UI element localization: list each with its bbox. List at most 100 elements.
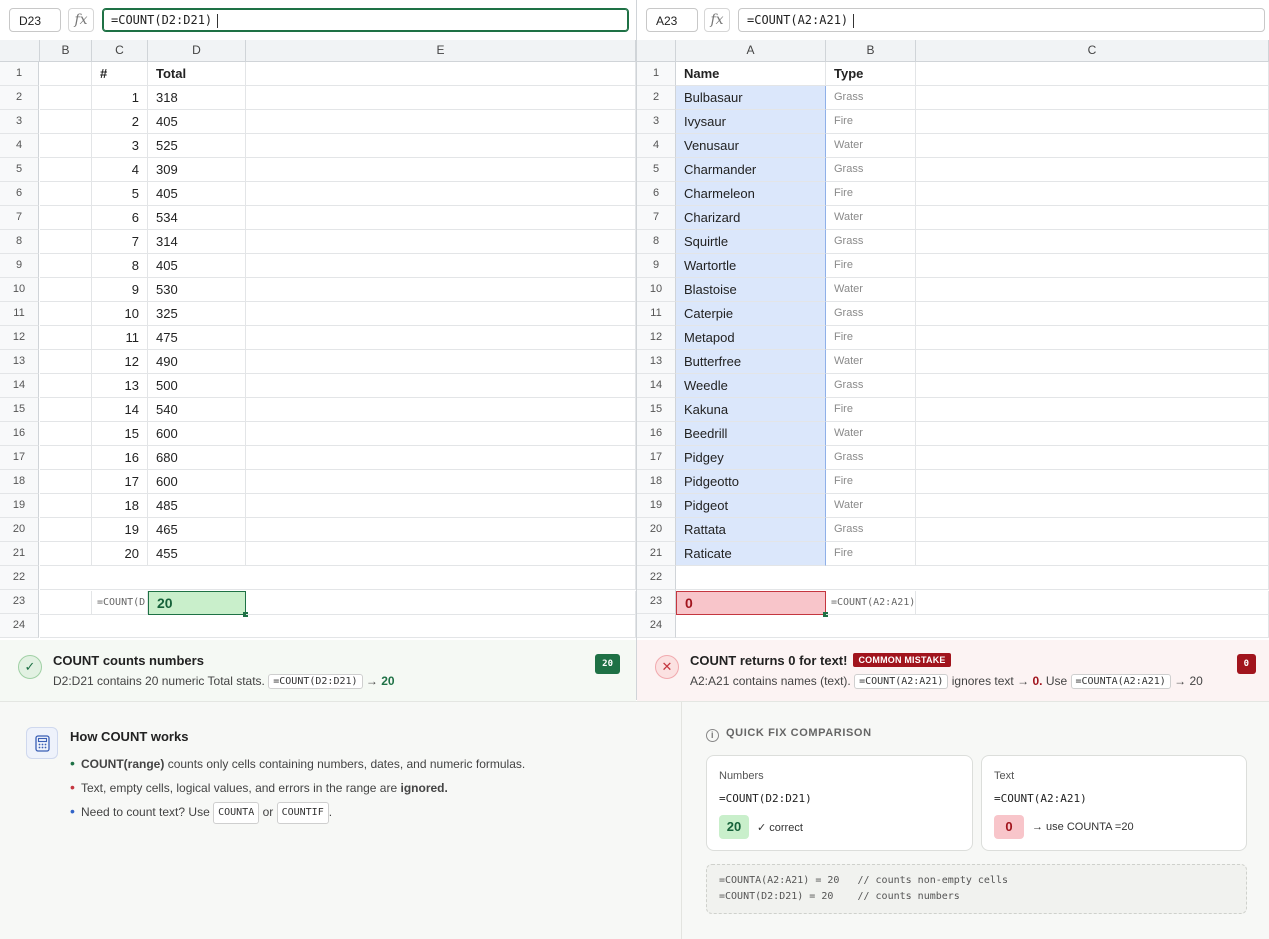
cell-name[interactable]: Charmander [676,158,826,182]
row-header[interactable]: 23 [0,590,39,614]
cell[interactable] [916,350,1269,374]
cell-total[interactable]: 314 [148,230,246,254]
cell[interactable] [246,206,636,230]
cell-type[interactable]: Fire [826,254,916,278]
result-cell-d23[interactable]: 20 [148,591,246,615]
cell[interactable] [246,86,636,110]
cell-total[interactable]: 475 [148,326,246,350]
empty-row[interactable] [676,566,1269,590]
cell-name[interactable]: Pidgeot [676,494,826,518]
select-all-corner[interactable] [637,40,676,62]
cell[interactable] [246,374,636,398]
row-header[interactable]: 11 [0,302,39,326]
cell-total[interactable]: 405 [148,254,246,278]
cell-name[interactable]: Caterpie [676,302,826,326]
fx-icon[interactable]: fx [68,8,94,32]
cell-type[interactable]: Grass [826,374,916,398]
cell-total[interactable]: 534 [148,206,246,230]
cell-num[interactable]: 12 [92,350,148,374]
result-cell-a23[interactable]: 0 [676,591,826,615]
row-header[interactable]: 7 [0,206,39,230]
column-header-b[interactable]: B [826,40,916,62]
header-cell-type[interactable]: Type [826,62,916,86]
row-header[interactable]: 16 [0,422,39,446]
cell[interactable] [246,446,636,470]
row-header[interactable]: 13 [0,350,39,374]
row-header[interactable]: 12 [0,326,39,350]
cell[interactable] [40,134,92,158]
row-header[interactable]: 9 [637,254,676,278]
cell[interactable] [916,422,1269,446]
cell-type[interactable]: Grass [826,158,916,182]
row-header[interactable]: 10 [0,278,39,302]
cell-total[interactable]: 525 [148,134,246,158]
cell[interactable] [40,158,92,182]
cell-num[interactable]: 19 [92,518,148,542]
cell[interactable] [246,591,636,615]
column-header-a[interactable]: A [676,40,826,62]
cell[interactable] [916,446,1269,470]
cell-name[interactable]: Weedle [676,374,826,398]
cell[interactable] [246,470,636,494]
column-header-c[interactable]: C [92,40,148,62]
cell[interactable] [916,110,1269,134]
cell[interactable] [40,494,92,518]
cell[interactable] [40,350,92,374]
empty-row[interactable] [40,614,636,638]
cell-total[interactable]: 600 [148,422,246,446]
cell-num[interactable]: 2 [92,110,148,134]
row-header[interactable]: 18 [637,470,676,494]
empty-row[interactable] [40,566,636,590]
cell[interactable] [40,446,92,470]
cell-total[interactable]: 405 [148,110,246,134]
row-header[interactable]: 18 [0,470,39,494]
cell-type[interactable]: Grass [826,230,916,254]
header-cell-name[interactable]: Name [676,62,826,86]
cell-type[interactable]: Grass [826,518,916,542]
cell-total[interactable]: 500 [148,374,246,398]
cell[interactable] [40,278,92,302]
cell-name[interactable]: Pidgey [676,446,826,470]
cell[interactable] [246,158,636,182]
row-header[interactable]: 3 [0,110,39,134]
cell-name[interactable]: Charizard [676,206,826,230]
cell[interactable] [916,470,1269,494]
cell[interactable] [246,350,636,374]
cell-type[interactable]: Grass [826,86,916,110]
cell-type[interactable]: Grass [826,302,916,326]
cell-total[interactable]: 309 [148,158,246,182]
fx-icon[interactable]: fx [704,8,730,32]
cell[interactable] [246,518,636,542]
cell-name[interactable]: Ivysaur [676,110,826,134]
cell-total[interactable]: 530 [148,278,246,302]
cell[interactable] [40,326,92,350]
cell[interactable] [246,278,636,302]
name-box-right[interactable]: A23 [646,8,698,32]
cell[interactable] [246,254,636,278]
row-header[interactable]: 17 [637,446,676,470]
cell-name[interactable]: Squirtle [676,230,826,254]
row-header[interactable]: 19 [0,494,39,518]
cell[interactable] [916,206,1269,230]
cell-total[interactable]: 680 [148,446,246,470]
cell[interactable] [40,398,92,422]
row-header[interactable]: 20 [0,518,39,542]
cell[interactable] [40,206,92,230]
cell[interactable] [916,518,1269,542]
header-cell-num[interactable]: # [92,62,148,86]
column-header-d[interactable]: D [148,40,246,62]
cell[interactable] [916,158,1269,182]
cell-num[interactable]: 8 [92,254,148,278]
row-header[interactable]: 6 [0,182,39,206]
column-header-e[interactable]: E [246,40,636,62]
cell-name[interactable]: Butterfree [676,350,826,374]
cell-total[interactable]: 485 [148,494,246,518]
cell[interactable] [246,494,636,518]
empty-row[interactable] [676,614,1269,638]
cell[interactable] [916,326,1269,350]
cell-name[interactable]: Pidgeotto [676,470,826,494]
cell-total[interactable]: 540 [148,398,246,422]
row-header[interactable]: 9 [0,254,39,278]
cell-type[interactable]: Grass [826,446,916,470]
cell-type[interactable]: Water [826,422,916,446]
